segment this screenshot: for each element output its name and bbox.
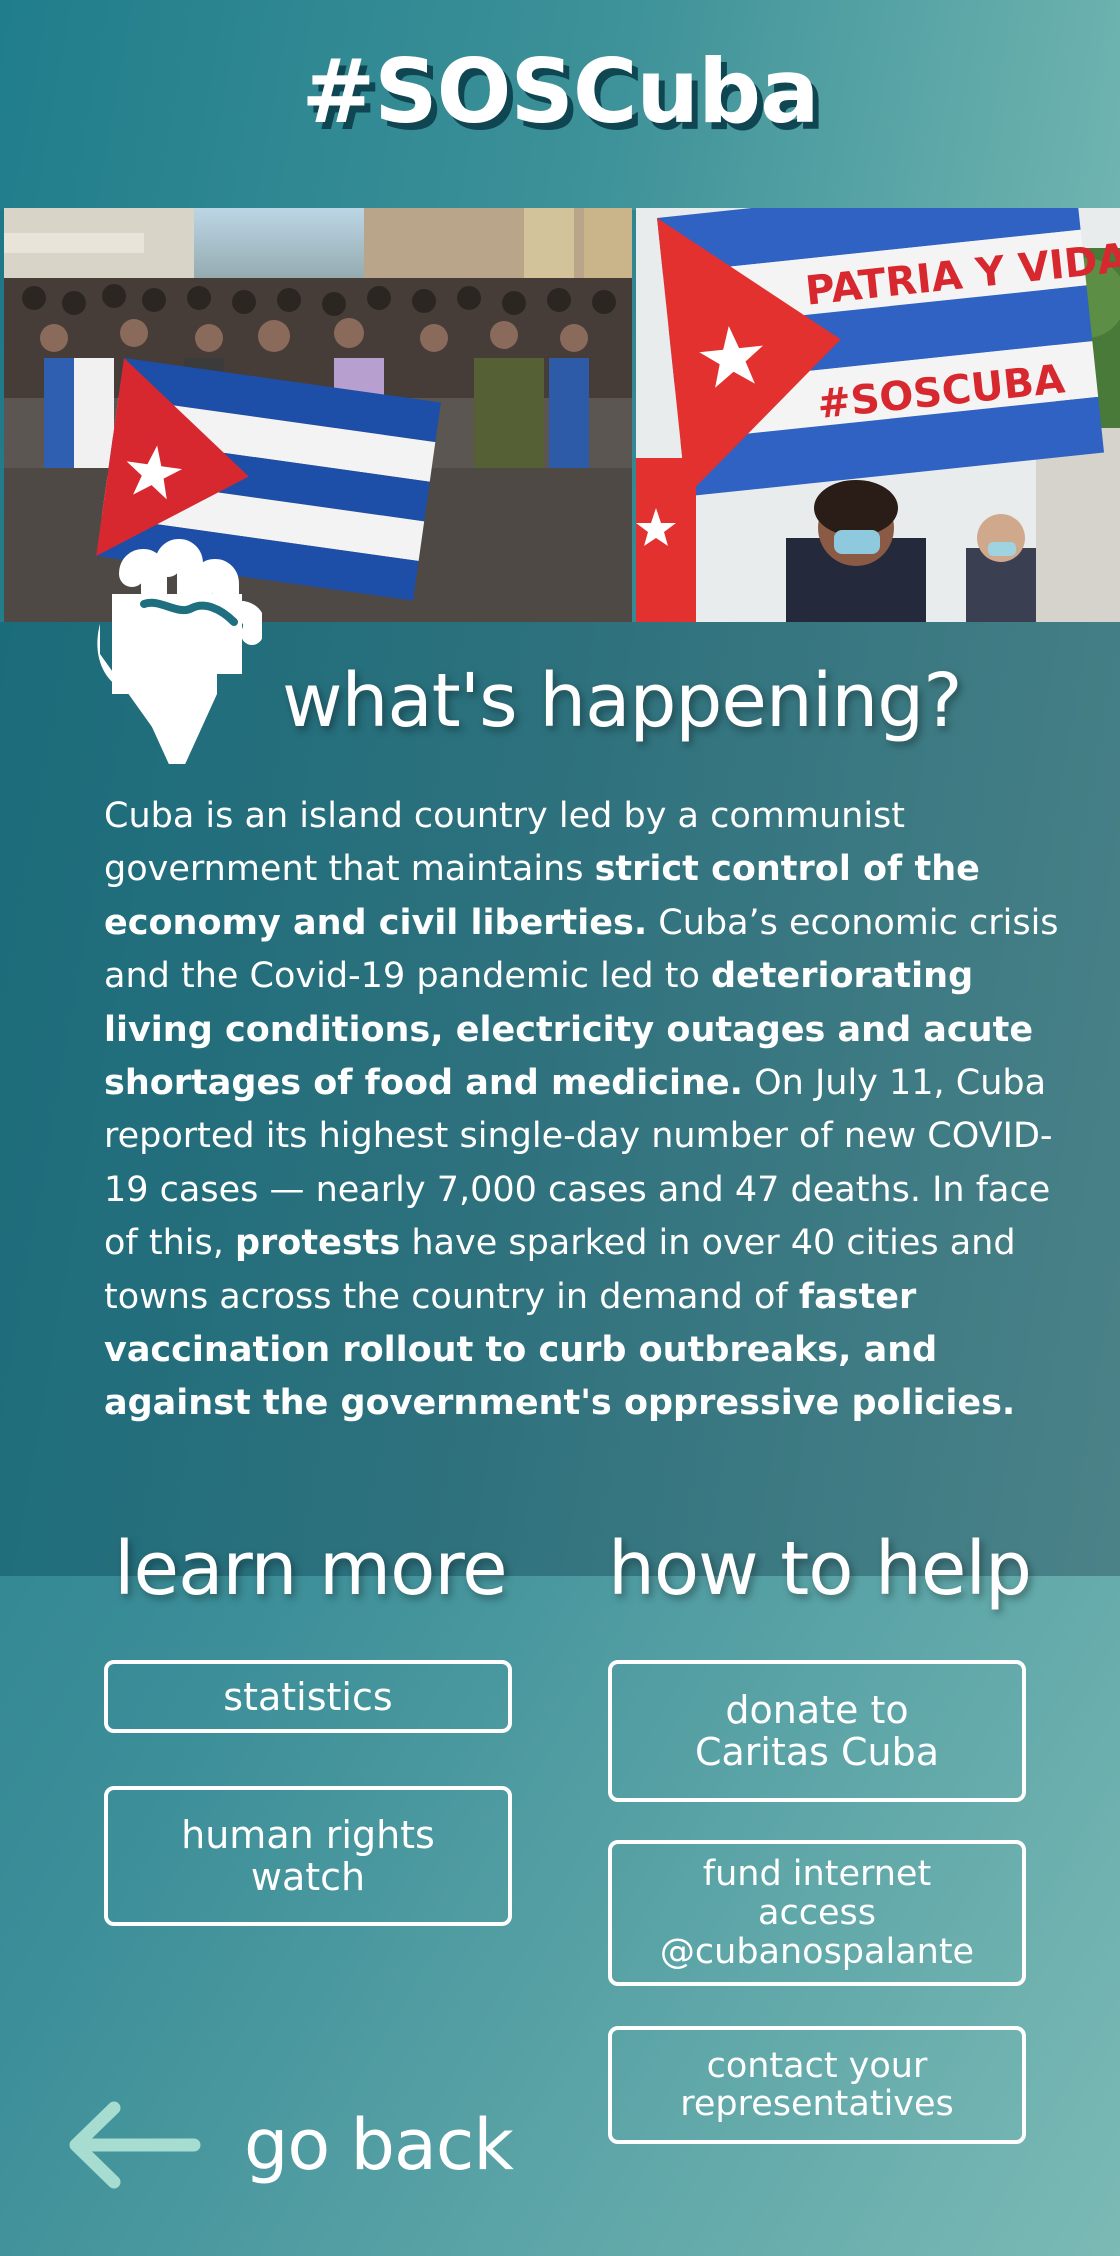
paragraph-emphasis: protests	[234, 1223, 401, 1264]
donate-caritas-button[interactable]: donate to Caritas Cuba	[608, 1660, 1026, 1802]
fund-label-line2: access	[758, 1892, 876, 1933]
contact-representatives-button[interactable]: contact your representatives	[608, 2026, 1026, 2144]
donate-label-line1: donate to	[725, 1688, 909, 1732]
arrow-left-icon	[69, 2101, 201, 2189]
human-rights-watch-label-line2: watch	[250, 1855, 366, 1899]
learn-more-heading: learn more	[114, 1526, 508, 1612]
sign-photo: PATRIA Y VIDA #SOSCUBA	[636, 208, 1120, 622]
contact-label-line1: contact your	[706, 2046, 928, 2086]
raised-fist-pin-icon	[92, 534, 265, 782]
statistics-button-label: statistics	[223, 1674, 393, 1719]
human-rights-watch-button[interactable]: human rights watch	[104, 1786, 512, 1926]
whats-happening-paragraph: Cuba is an island country led by a commu…	[104, 790, 1084, 1431]
whats-happening-heading: what's happening?	[282, 658, 963, 744]
human-rights-watch-label-line1: human rights	[181, 1813, 435, 1857]
how-to-help-heading: how to help	[608, 1526, 1032, 1612]
page-title: #SOSCuba	[301, 40, 820, 143]
statistics-button[interactable]: statistics	[104, 1660, 512, 1733]
fund-label-line3: @cubanospalante	[659, 1931, 975, 1972]
contact-label-line2: representatives	[680, 2084, 954, 2124]
go-back-label: go back	[244, 2104, 514, 2186]
fund-internet-button[interactable]: fund internet access @cubanospalante	[608, 1840, 1026, 1986]
donate-label-line2: Caritas Cuba	[694, 1730, 940, 1774]
fund-label-line1: fund internet	[702, 1853, 932, 1894]
sign-photo-illustration: PATRIA Y VIDA #SOSCUBA	[636, 208, 1120, 622]
go-back-link[interactable]: go back	[66, 2100, 526, 2190]
